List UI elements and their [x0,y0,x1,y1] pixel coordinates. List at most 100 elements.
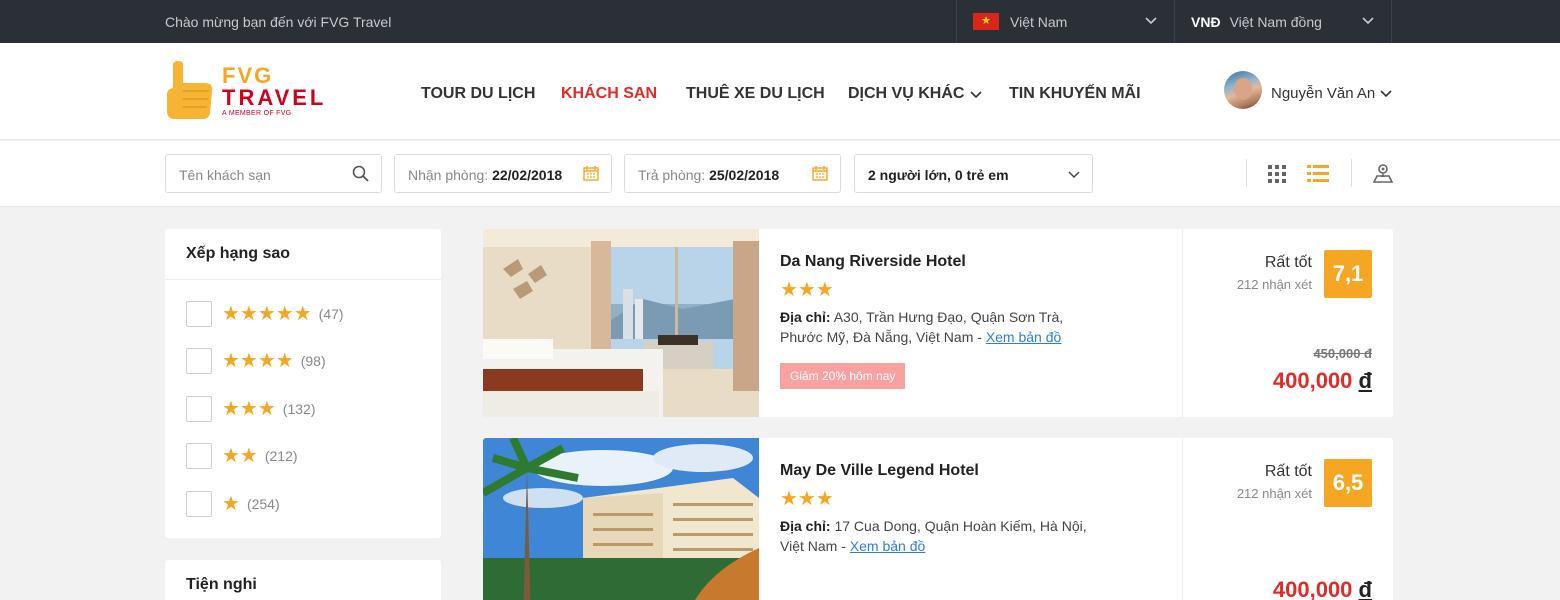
discount-badge: Giảm 20% hôm nay [780,363,906,389]
price-value: 400,000 [1272,368,1353,393]
search-icon[interactable] [352,165,369,182]
map-view-icon[interactable] [1373,163,1393,183]
chevron-down-icon [1362,17,1374,25]
amenities-filter: Tiện nghi [165,560,441,600]
hotel-address: Địa chỉ: 17 Cua Dong, Quận Hoàn Kiếm, Hà… [780,516,1100,556]
star-rating-icons: ★★ [222,444,258,467]
chevron-down-icon [970,91,983,98]
checkbox[interactable] [186,442,212,469]
star-rating-icons: ★★★★ [222,349,294,372]
hotel-price-panel: Rất tốt 212 nhận xét 7,1 450,000 đ 400,0… [1182,229,1393,417]
main-header: FVG TRAVEL A MEMBER OF FVG TOUR DU LỊCH … [0,43,1560,140]
currency-symbol: đ [1358,577,1372,600]
star-rating-icons: ★ [222,492,240,515]
amenities-title: Tiện nghi [186,576,257,593]
view-map-link[interactable]: Xem bản đồ [850,538,926,554]
hotel-info: May De Ville Legend Hotel ★★★ Địa chỉ: 1… [759,438,1182,600]
checkin-label: Nhận phòng: [408,167,489,183]
hotel-card[interactable]: May De Ville Legend Hotel ★★★ Địa chỉ: 1… [483,438,1393,600]
search-bar: Tên khách sạn Nhận phòng: 22/02/2018 Trả… [0,141,1560,207]
currency-selector[interactable]: VNĐ Việt Nam đồng [1174,0,1392,43]
currency-symbol: đ [1358,368,1372,393]
hotel-star-icons: ★★★ [780,488,834,510]
calendar-icon[interactable] [812,165,828,181]
score-badge: 6,5 [1324,459,1372,507]
address-label: Địa chỉ: [780,309,831,325]
nav-other-services-label: DỊCH VỤ KHÁC [848,85,965,102]
checkout-label: Trả phòng: [638,167,706,183]
rating-label: Rất tốt [1264,254,1312,271]
review-count[interactable]: 212 nhận xét [1237,277,1312,292]
checkin-value: 22/02/2018 [492,167,563,183]
star-filter-option[interactable]: ★ (254) [186,490,280,517]
currency-code: VNĐ [1191,13,1221,30]
hotel-photo[interactable] [483,438,759,600]
user-name[interactable]: Nguyễn Văn An [1271,85,1375,102]
nav-car-rental[interactable]: THUÊ XE DU LỊCH [686,85,825,103]
welcome-text: Chào mừng bạn đến với FVG Travel [165,14,392,30]
hotel-room-image [483,229,759,417]
calendar-icon[interactable] [583,165,599,181]
grid-view-icon[interactable] [1268,165,1286,183]
checkout-date-field[interactable]: Trả phòng: 25/02/2018 [624,154,841,193]
list-view-icon[interactable] [1307,165,1329,183]
current-price: 400,000 đ [1273,577,1372,600]
country-selector[interactable]: Việt Nam [956,0,1174,43]
checkout-value: 25/02/2018 [709,167,780,183]
current-price: 400,000 đ [1273,368,1372,394]
hotel-card[interactable]: Da Nang Riverside Hotel ★★★ Địa chỉ: A30… [483,229,1393,417]
checkin-date-field[interactable]: Nhận phòng: 22/02/2018 [394,154,612,193]
chevron-down-icon[interactable] [1380,87,1392,99]
option-count: (98) [300,352,326,369]
score-badge: 7,1 [1324,250,1372,298]
star-rating-filter: Xếp hạng sao ★★★★★ (47) ★★★★ (98) ★★★ (1… [165,229,441,538]
option-count: (47) [318,305,344,322]
nav-tour[interactable]: TOUR DU LỊCH [421,85,535,103]
nav-promotions[interactable]: TIN KHUYẾN MÃI [1009,85,1141,103]
star-rating-icons: ★★★★★ [222,302,312,325]
divider [1246,159,1247,187]
checkbox[interactable] [186,395,212,422]
view-map-link[interactable]: Xem bản đồ [986,329,1062,345]
checkbox[interactable] [186,347,212,374]
hotel-exterior-image [483,438,759,600]
address-label: Địa chỉ: [780,518,831,534]
hand-logo-icon [167,61,213,119]
star-rating-icons: ★★★ [222,397,276,420]
hotel-price-panel: Rất tốt 212 nhận xét 6,5 400,000 đ [1182,438,1393,600]
original-price: 450,000 đ [1313,346,1372,361]
hotel-name-input[interactable]: Tên khách sạn [165,154,382,193]
nav-hotel[interactable]: KHÁCH SẠN [561,85,657,103]
divider [1351,159,1352,187]
checkbox[interactable] [186,490,212,517]
star-filter-option[interactable]: ★★★★★ (47) [186,300,344,327]
logo-tagline: A MEMBER OF FVG [222,110,292,117]
option-count: (132) [282,400,316,417]
logo-text-travel: TRAVEL [222,85,327,110]
top-bar: Chào mừng bạn đến với FVG Travel Việt Na… [0,0,1560,43]
logo-text-fvg: FVG [222,63,274,88]
guests-value: 2 người lớn, 0 trẻ em [868,167,1009,183]
star-filter-title: Xếp hạng sao [165,229,441,280]
hotel-name[interactable]: Da Nang Riverside Hotel [780,253,1161,271]
option-count: (212) [264,447,298,464]
option-count: (254) [246,495,280,512]
currency-name: Việt Nam đồng [1229,13,1322,30]
vietnam-flag-icon [973,13,999,30]
hotel-photo[interactable] [483,229,759,417]
rating-label: Rất tốt [1264,463,1312,480]
nav-other-services[interactable]: DỊCH VỤ KHÁC [848,85,983,103]
review-count[interactable]: 212 nhận xét [1237,486,1312,501]
star-filter-option[interactable]: ★★★ (132) [186,395,315,422]
hotel-name[interactable]: May De Ville Legend Hotel [780,462,1161,480]
user-avatar[interactable] [1224,71,1262,109]
price-value: 400,000 [1272,577,1353,600]
checkbox[interactable] [186,300,212,327]
star-filter-option[interactable]: ★★ (212) [186,442,298,469]
hotel-star-icons: ★★★ [780,279,834,301]
fvg-travel-logo[interactable]: FVG TRAVEL A MEMBER OF FVG [165,61,330,123]
star-filter-option[interactable]: ★★★★ (98) [186,347,326,374]
country-label: Việt Nam [1010,13,1068,30]
guests-select[interactable]: 2 người lớn, 0 trẻ em [854,154,1093,193]
hotel-info: Da Nang Riverside Hotel ★★★ Địa chỉ: A30… [759,229,1182,417]
